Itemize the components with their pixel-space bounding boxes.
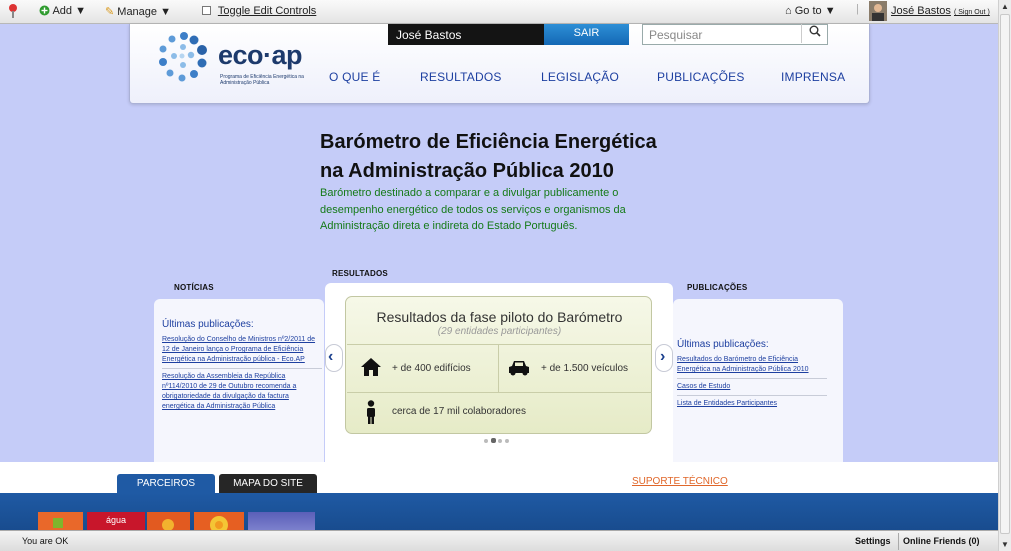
search-box bbox=[642, 24, 828, 45]
results-card-subtitle: (29 entidades participantes) bbox=[437, 326, 562, 337]
publication-item[interactable]: Resultados do Barómetro de Eficiência En… bbox=[677, 355, 827, 375]
carousel-dot[interactable] bbox=[498, 439, 502, 443]
logo-subtitle: Programa de Eficiência Energética na Adm… bbox=[220, 74, 304, 86]
title-line-1: Barómetro de Eficiência Energética bbox=[320, 131, 657, 153]
admin-toolbar: Add ▼ ✎ Manage ▼ Toggle Edit Controls ⌂ … bbox=[0, 0, 1011, 24]
stat-buildings: + de 400 edifícios bbox=[392, 363, 471, 374]
search-input[interactable] bbox=[643, 25, 793, 44]
partner-logo-mark bbox=[53, 518, 63, 528]
chevron-down-icon: ▼ bbox=[824, 5, 836, 17]
add-label: Add bbox=[52, 5, 73, 17]
hero-description: Barómetro destinado a comparar e a divul… bbox=[320, 187, 626, 232]
goto-label: Go to bbox=[794, 5, 822, 17]
vertical-scrollbar[interactable]: ▲ ▼ bbox=[998, 0, 1011, 551]
status-text: You are OK bbox=[22, 536, 69, 546]
sign-out-link[interactable]: ( Sign Out ) bbox=[954, 9, 990, 16]
divider bbox=[677, 395, 827, 396]
card-divider bbox=[498, 344, 499, 392]
card-divider bbox=[347, 392, 652, 393]
carousel-next-button[interactable]: › bbox=[655, 344, 673, 372]
chevron-down-icon: ▼ bbox=[75, 5, 86, 17]
goto-menu[interactable]: ⌂ Go to ▼ bbox=[785, 5, 836, 17]
person-icon bbox=[367, 400, 375, 424]
online-friends-button[interactable]: Online Friends (0) bbox=[903, 536, 980, 546]
scroll-thumb[interactable] bbox=[1000, 14, 1010, 534]
logout-button[interactable]: SAIR bbox=[544, 24, 629, 45]
news-heading: Últimas publicações: bbox=[162, 319, 254, 330]
divider bbox=[677, 378, 827, 379]
pin-icon[interactable] bbox=[7, 3, 19, 22]
header-user-name: José Bastos bbox=[388, 24, 544, 45]
user-name-link[interactable]: José Bastos ( Sign Out ) bbox=[891, 5, 990, 17]
results-card: Resultados da fase piloto do Barómetro (… bbox=[345, 296, 652, 434]
status-divider bbox=[898, 533, 899, 550]
news-panel: Últimas publicações: Resolução do Consel… bbox=[154, 299, 324, 462]
chevron-left-icon: ‹ bbox=[328, 348, 334, 365]
scroll-down-icon[interactable]: ▼ bbox=[999, 538, 1011, 551]
card-divider bbox=[347, 344, 652, 345]
carousel-dot-active[interactable] bbox=[491, 438, 496, 443]
eco-ap-logo-icon[interactable] bbox=[154, 30, 214, 86]
news-item[interactable]: Resolução da Assembleia da República nº1… bbox=[162, 372, 322, 412]
news-item[interactable]: Resolução do Conselho de Ministros nº2/2… bbox=[162, 335, 322, 365]
publications-panel: Últimas publicações: Resultados do Baróm… bbox=[673, 299, 843, 462]
logo-text[interactable]: eco·ap bbox=[218, 40, 303, 71]
publications-heading: Últimas publicações: bbox=[677, 339, 769, 350]
carousel-dot[interactable] bbox=[505, 439, 509, 443]
nav-resultados[interactable]: RESULTADOS bbox=[420, 70, 502, 84]
nav-publicacoes[interactable]: PUBLICAÇÕES bbox=[657, 70, 745, 84]
nav-o-que-e[interactable]: O QUE É bbox=[329, 70, 380, 84]
title-line-2: na Administração Pública 2010 bbox=[320, 160, 614, 182]
car-icon bbox=[509, 361, 529, 376]
partner-logo-text: água bbox=[105, 515, 127, 525]
chevron-down-icon: ▼ bbox=[160, 6, 171, 18]
search-icon[interactable] bbox=[801, 24, 827, 43]
toolbar-divider: | bbox=[856, 3, 859, 15]
tab-sitemap[interactable]: MAPA DO SITE bbox=[219, 474, 317, 493]
news-list: Resolução do Conselho de Ministros nº2/2… bbox=[162, 335, 322, 412]
page-title: Barómetro de Eficiência Energética na Ad… bbox=[320, 128, 740, 186]
home-icon: ⌂ bbox=[785, 5, 792, 17]
building-icon bbox=[361, 358, 381, 376]
scroll-up-icon[interactable]: ▲ bbox=[999, 0, 1011, 13]
add-menu[interactable]: Add ▼ bbox=[39, 5, 86, 17]
stat-staff: cerca de 17 mil colaboradores bbox=[392, 406, 526, 417]
add-icon bbox=[39, 5, 50, 16]
checkbox[interactable] bbox=[202, 6, 211, 15]
support-link[interactable]: SUPORTE TÉCNICO bbox=[632, 476, 728, 487]
carousel-prev-button[interactable]: ‹ bbox=[325, 344, 343, 372]
nav-legislacao[interactable]: LEGISLAÇÃO bbox=[541, 70, 619, 84]
tab-partners[interactable]: PARCEIROS bbox=[117, 474, 215, 493]
manage-menu[interactable]: ✎ Manage ▼ bbox=[105, 5, 171, 18]
chevron-right-icon: › bbox=[660, 348, 666, 365]
toggle-edit-controls[interactable]: Toggle Edit Controls bbox=[202, 5, 316, 17]
divider bbox=[162, 368, 322, 369]
news-label: NOTÍCIAS bbox=[174, 283, 214, 292]
results-card-title: Resultados da fase piloto do Barómetro bbox=[376, 309, 623, 325]
avatar[interactable] bbox=[869, 1, 887, 24]
stat-vehicles: + de 1.500 veículos bbox=[541, 363, 629, 374]
publications-list: Resultados do Barómetro de Eficiência En… bbox=[677, 355, 827, 409]
user-name: José Bastos bbox=[891, 5, 951, 17]
nav-imprensa[interactable]: IMPRENSA bbox=[781, 70, 845, 84]
results-label: RESULTADOS bbox=[332, 269, 388, 278]
settings-button[interactable]: Settings bbox=[855, 536, 891, 546]
carousel-dot[interactable] bbox=[484, 439, 488, 443]
publications-label: PUBLICAÇÕES bbox=[687, 283, 748, 292]
status-bar: You are OK Settings Online Friends (0) bbox=[0, 530, 998, 551]
publication-item[interactable]: Lista de Entidades Participantes bbox=[677, 399, 827, 409]
site-header: eco·ap Programa de Eficiência Energética… bbox=[129, 24, 870, 104]
pencil-icon: ✎ bbox=[105, 6, 115, 18]
manage-label: Manage bbox=[117, 6, 158, 18]
toggle-edit-label: Toggle Edit Controls bbox=[217, 5, 317, 17]
publication-item[interactable]: Casos de Estudo bbox=[677, 382, 827, 392]
